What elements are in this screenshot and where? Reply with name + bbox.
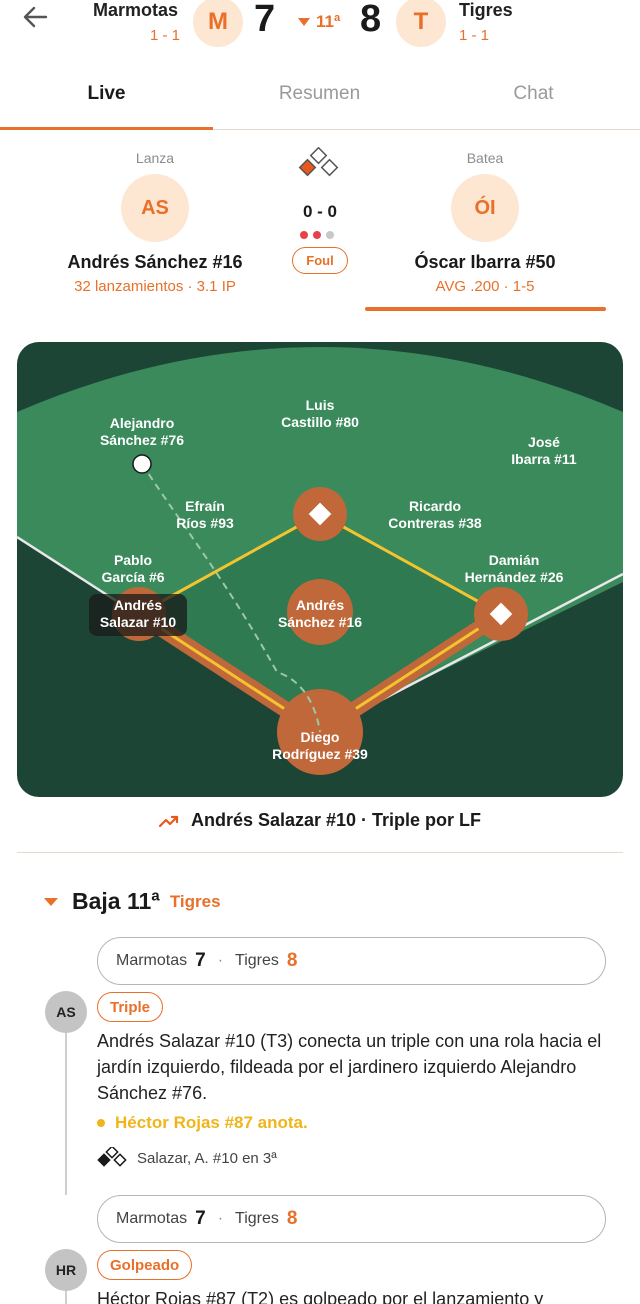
- scoreboard-separator: ·: [217, 952, 224, 969]
- collapse-triangle-icon: [44, 897, 58, 906]
- section-divider: [17, 852, 623, 853]
- timeline-line: [65, 1010, 67, 1195]
- scoreboard-away-score: 7: [195, 950, 206, 971]
- away-team-record: 1 - 1: [150, 27, 181, 44]
- home-team-logo: T: [396, 0, 446, 47]
- home-team-name: Tigres: [459, 0, 513, 20]
- event-player-avatar[interactable]: HR: [45, 1249, 87, 1291]
- player-first-base[interactable]: Damián Hernández #26: [449, 552, 579, 586]
- runner-position-note: Salazar, A. #10 en 3ª: [97, 1147, 277, 1169]
- bottom-inning-icon: [298, 18, 310, 26]
- away-team-logo: M: [193, 0, 243, 47]
- half-inning-label: Baja 11ª: [72, 888, 160, 914]
- event-scoreboard: Marmotas 7 · Tigres 8: [97, 1195, 606, 1243]
- player-third-base[interactable]: Pablo García #6: [68, 552, 198, 586]
- player-second-base[interactable]: Ricardo Contreras #38: [370, 498, 500, 532]
- scoreboard-home-score: 8: [286, 1208, 298, 1229]
- runner-position-text: Salazar, A. #10 en 3ª: [137, 1149, 277, 1167]
- event-description: Héctor Rojas #87 (T2) es golpeado por el…: [97, 1289, 544, 1304]
- player-pitcher[interactable]: Andrés Sánchez #16: [255, 597, 385, 631]
- trending-up-icon: [158, 815, 179, 827]
- last-play-summary: Andrés Salazar #10 · Triple por LF: [0, 810, 640, 831]
- event-description: Andrés Salazar #10 (T3) conecta un tripl…: [97, 1031, 602, 1103]
- scoreboard-home-score: 8: [286, 950, 298, 971]
- tab-live[interactable]: Live: [0, 83, 213, 105]
- home-team-record: 1 - 1: [459, 27, 490, 44]
- away-team-name: Marmotas: [93, 0, 179, 20]
- out-dot: [326, 231, 334, 239]
- out-dot: [300, 231, 308, 239]
- scoreboard-away-name: Marmotas: [116, 1210, 188, 1227]
- out-dot: [313, 231, 321, 239]
- tab-bar: Live Resumen Chat: [0, 66, 640, 130]
- pitcher-avatar[interactable]: AS: [121, 174, 189, 242]
- player-shortstop[interactable]: Efraín Ríos #93: [140, 498, 270, 532]
- game-header: Marmotas 1 - 1 M 7 11ª 8 T Tigres 1 - 1: [0, 0, 640, 66]
- scoreboard-separator: ·: [217, 1210, 224, 1227]
- event-player-avatar[interactable]: AS: [45, 991, 87, 1033]
- scoreboard-home-name: Tigres: [235, 1210, 279, 1227]
- active-tab-indicator: [0, 127, 213, 130]
- batter-role-label: Batea: [466, 150, 504, 166]
- scoreboard-away-name: Marmotas: [116, 952, 188, 969]
- player-catcher[interactable]: Diego Rodríguez #39: [255, 729, 385, 763]
- batter-highlight-bar: [365, 307, 606, 311]
- event-scoreboard: Marmotas 7 · Tigres 8: [97, 937, 606, 985]
- batter-name[interactable]: Óscar Ibarra #50: [355, 252, 615, 273]
- inning-indicator: 11ª: [298, 12, 340, 32]
- run-dot-icon: [97, 1119, 105, 1127]
- player-left-field[interactable]: Alejandro Sánchez #76: [77, 415, 207, 449]
- half-inning-header[interactable]: Baja 11ª Tigres: [44, 888, 221, 915]
- last-pitch-badge: Foul: [292, 247, 348, 274]
- bases-diamond-icon: [298, 147, 339, 177]
- scoreboard-away-score: 7: [195, 1208, 206, 1229]
- scoreboard-home-name: Tigres: [235, 952, 279, 969]
- runner-third-base[interactable]: Andrés Salazar #10: [73, 597, 203, 631]
- tab-chat[interactable]: Chat: [427, 83, 640, 105]
- player-right-field[interactable]: José Ibarra #11: [479, 434, 609, 468]
- run-scored-text: Héctor Rojas #87 anota.: [115, 1113, 308, 1132]
- bases-diamond-small-icon: [97, 1147, 127, 1167]
- ball-strike-count: 0 - 0: [302, 202, 338, 221]
- back-arrow-icon[interactable]: [20, 2, 50, 32]
- half-inning-team: Tigres: [169, 891, 221, 911]
- pitcher-name[interactable]: Andrés Sánchez #16: [25, 252, 285, 273]
- player-center-field[interactable]: Luis Castillo #80: [255, 397, 385, 431]
- tab-resumen[interactable]: Resumen: [213, 83, 426, 105]
- last-play-text: Andrés Salazar #10 · Triple por LF: [190, 810, 482, 830]
- batter-stats: AVG .200 · 1-5: [435, 278, 535, 295]
- baseball-field: Alejandro Sánchez #76 Luis Castillo #80 …: [17, 342, 623, 797]
- pitcher-role-label: Lanza: [135, 150, 175, 166]
- home-score: 8: [360, 0, 382, 40]
- event-type-badge: Golpeado: [97, 1250, 193, 1280]
- batter-avatar[interactable]: ÓI: [451, 174, 519, 242]
- outs-indicator: [300, 231, 334, 239]
- inning-label: 11ª: [316, 12, 341, 31]
- event-type-badge: Triple: [97, 992, 164, 1022]
- pitcher-stats: 32 lanzamientos · 3.1 IP: [74, 278, 236, 295]
- run-scored-note: Héctor Rojas #87 anota.: [97, 1113, 308, 1133]
- away-score: 7: [254, 0, 276, 40]
